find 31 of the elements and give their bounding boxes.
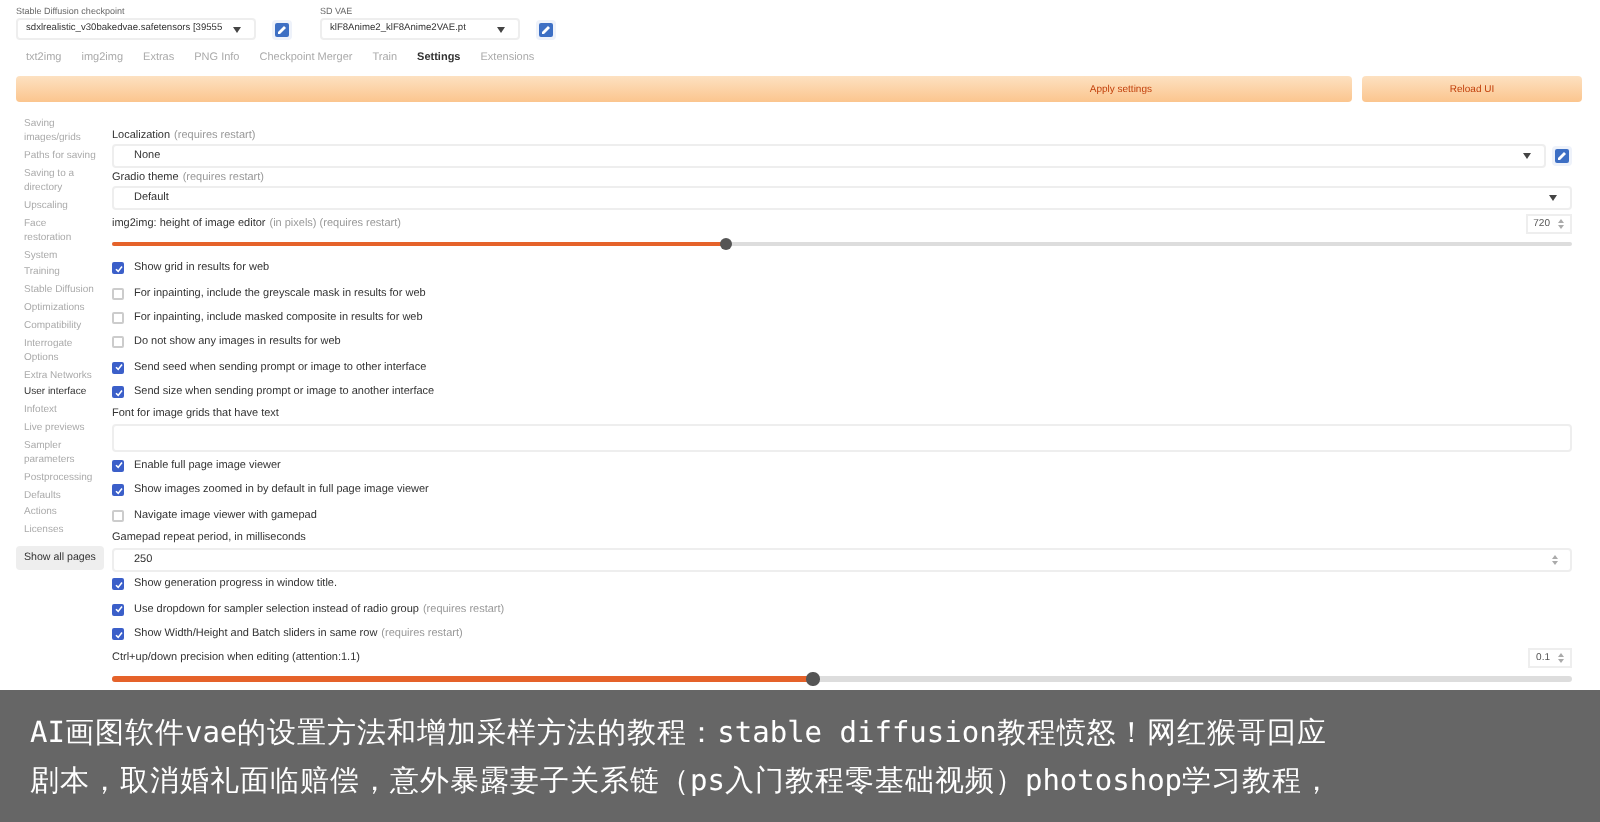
slider-thumb[interactable] — [806, 672, 820, 686]
checkbox[interactable] — [112, 509, 124, 522]
slider-track[interactable] — [112, 241, 1572, 247]
caret-icon — [1522, 152, 1532, 160]
check-icon — [113, 263, 123, 274]
checkbox[interactable] — [112, 311, 124, 324]
spinner-icon — [1558, 652, 1564, 665]
edit-icon — [538, 21, 554, 37]
caret-icon — [1548, 194, 1558, 203]
checkbox[interactable] — [112, 287, 124, 300]
refresh-button[interactable] — [536, 19, 556, 39]
edit-icon — [1554, 148, 1570, 164]
spinner-icon — [1552, 553, 1558, 566]
check-icon — [113, 460, 123, 471]
check-icon — [113, 362, 123, 373]
caret-icon — [232, 25, 242, 33]
checkbox[interactable] — [112, 336, 124, 349]
check-icon — [113, 579, 123, 590]
caret-icon — [496, 25, 506, 33]
slider-thumb[interactable] — [719, 237, 733, 251]
spinner-icon — [1558, 217, 1564, 230]
refresh-button[interactable] — [1552, 146, 1572, 166]
check-icon — [113, 629, 123, 640]
check-icon — [113, 485, 123, 496]
refresh-button[interactable] — [272, 19, 292, 39]
slider-track[interactable] — [112, 676, 1572, 682]
caption-text: 剧本，取消婚礼面临赔偿，意外暴露妻子关系链（ps入门教程零基础视频）photoshop学习教程， — [30, 763, 1335, 802]
check-icon — [113, 604, 123, 615]
caption-text: AI画图软件vae的设置方法和增加采样方法的教程：stable diffusion教程愤怒！网红猴哥回应 — [30, 715, 1329, 754]
edit-icon — [274, 21, 290, 37]
check-icon — [113, 387, 123, 398]
